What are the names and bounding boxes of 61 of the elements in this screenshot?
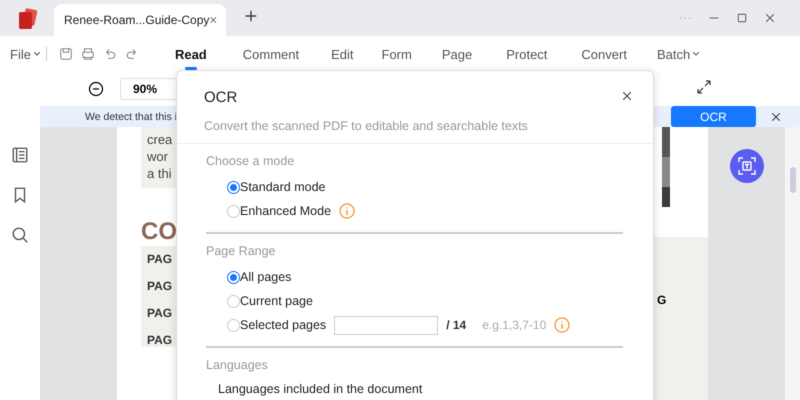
section-label: Languages bbox=[206, 358, 269, 372]
zoom-out-icon[interactable] bbox=[88, 81, 104, 97]
document-text: a thi bbox=[147, 165, 173, 182]
menu-tab[interactable]: Edit bbox=[331, 38, 354, 70]
maximize-icon[interactable] bbox=[736, 12, 748, 24]
save-icon[interactable] bbox=[58, 47, 73, 61]
document-tab[interactable]: Renee-Roam...Guide-Copy bbox=[54, 4, 226, 36]
dialog-title: OCR bbox=[204, 89, 238, 107]
page-total: / 14 bbox=[446, 318, 466, 332]
menu-tab[interactable]: Protect bbox=[506, 38, 548, 70]
ocr-button[interactable]: OCR bbox=[671, 106, 756, 127]
radio-button[interactable] bbox=[227, 294, 240, 308]
option-label: All pages bbox=[240, 270, 292, 284]
plus-icon[interactable] bbox=[244, 9, 258, 23]
notice-text: We detect that this i bbox=[85, 110, 178, 122]
print-icon[interactable] bbox=[80, 47, 95, 61]
contents-row-text: PAG bbox=[147, 279, 174, 293]
option-label: Selected pages bbox=[240, 318, 326, 332]
contents-row-text: PAG bbox=[147, 252, 174, 266]
search-icon[interactable] bbox=[11, 226, 29, 244]
dialog-subtitle: Convert the scanned PDF to editable and searchable texts bbox=[177, 107, 653, 144]
caret-icon bbox=[693, 52, 700, 56]
radio-button[interactable] bbox=[227, 204, 240, 218]
menu-tab[interactable]: Batch bbox=[656, 38, 690, 70]
radio-button[interactable] bbox=[227, 180, 240, 194]
radio-button[interactable] bbox=[227, 318, 240, 332]
option-label: Enhanced Mode bbox=[240, 204, 332, 218]
info-icon[interactable] bbox=[339, 203, 356, 219]
section-label: Page Range bbox=[206, 244, 277, 258]
outline-icon[interactable] bbox=[11, 146, 29, 164]
document-text: wor bbox=[147, 148, 169, 165]
document-text: G bbox=[657, 293, 666, 307]
document-text: crea bbox=[147, 131, 174, 148]
close-icon[interactable] bbox=[770, 110, 782, 122]
option-label: Standard mode bbox=[240, 180, 326, 194]
menu-tab[interactable]: Comment bbox=[242, 38, 300, 70]
contents-row-text: PAG bbox=[147, 306, 174, 320]
menu-tab[interactable]: Read bbox=[174, 38, 207, 70]
menu-tab[interactable]: Page bbox=[442, 38, 472, 70]
menu-tab[interactable]: Form bbox=[382, 38, 412, 70]
section-label: Choose a mode bbox=[206, 154, 296, 168]
file-menu[interactable]: File bbox=[10, 38, 31, 70]
document-heading: CO bbox=[141, 218, 177, 246]
pages-field[interactable] bbox=[334, 316, 438, 334]
languages-text: Languages included in the document bbox=[217, 382, 424, 396]
contents-row-text: PAG bbox=[147, 333, 174, 347]
close-icon[interactable] bbox=[209, 14, 218, 26]
app-logo-icon bbox=[18, 8, 38, 30]
close-icon[interactable] bbox=[764, 12, 776, 24]
info-icon[interactable] bbox=[554, 317, 570, 333]
pages-hint: e.g.1,3,7-10 bbox=[482, 318, 546, 332]
caret-icon bbox=[34, 52, 40, 56]
radio-button[interactable] bbox=[227, 270, 240, 284]
menu-tab[interactable]: Convert bbox=[581, 38, 627, 70]
option-label: Current page bbox=[240, 294, 313, 308]
tab-title: Renee-Roam...Guide-Copy bbox=[64, 13, 210, 27]
text-scan-icon bbox=[738, 157, 756, 175]
scrollbar[interactable] bbox=[790, 167, 796, 193]
close-icon[interactable] bbox=[621, 90, 633, 102]
ocr-fab[interactable] bbox=[730, 149, 764, 183]
fullscreen-icon[interactable] bbox=[696, 78, 712, 94]
